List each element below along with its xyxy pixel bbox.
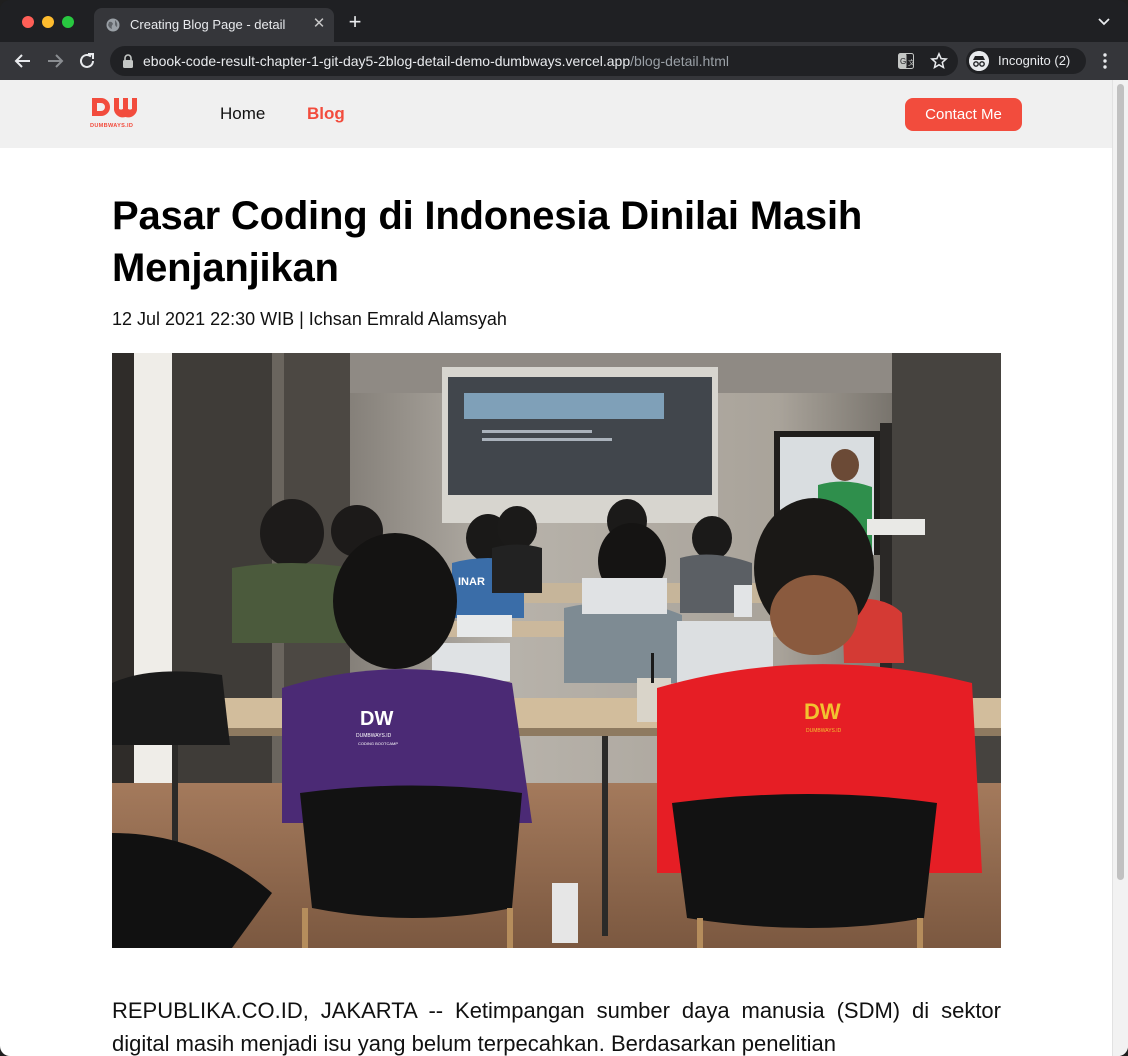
article-header: Pasar Coding di Indonesia Dinilai Masih …	[112, 190, 1001, 330]
page-viewport: DUMBWAYS.ID Home Blog Contact Me Pasar C…	[0, 80, 1128, 1056]
svg-text:G: G	[900, 57, 906, 66]
red-shirt-logo: DW	[804, 699, 841, 724]
chevron-down-icon[interactable]	[1096, 16, 1112, 28]
dumbways-logo[interactable]: DUMBWAYS.ID	[90, 96, 142, 130]
incognito-badge[interactable]: Incognito (2)	[966, 48, 1086, 74]
article-hero-image: INAR DW DUMBWAYS.ID CODING BOOTCAMP DW D…	[112, 353, 1001, 948]
forward-arrow-icon[interactable]	[44, 50, 66, 72]
nav-blog-link[interactable]: Blog	[307, 104, 345, 124]
url-host: ebook-code-result-chapter-1-git-day5-2bl…	[143, 53, 631, 69]
purple-shirt-brand: DUMBWAYS.ID	[356, 733, 392, 739]
incognito-label: Incognito (2)	[998, 53, 1071, 68]
minimize-window-button[interactable]	[42, 16, 54, 28]
purple-shirt-logo: DW	[360, 708, 393, 730]
site-navbar: DUMBWAYS.ID Home Blog Contact Me	[0, 80, 1112, 148]
reload-icon[interactable]	[76, 50, 98, 72]
bookmark-star-icon[interactable]	[930, 52, 948, 70]
active-tab[interactable]: Creating Blog Page - detail ✕	[94, 8, 334, 42]
purple-shirt-subtext: CODING BOOTCAMP	[358, 741, 398, 746]
back-arrow-icon[interactable]	[12, 50, 34, 72]
browser-toolbar: ebook-code-result-chapter-1-git-day5-2bl…	[0, 42, 1128, 80]
url-path: /blog-detail.html	[630, 53, 729, 69]
article-meta: 12 Jul 2021 22:30 WIB | Ichsan Emrald Al…	[112, 309, 507, 329]
url-text[interactable]: ebook-code-result-chapter-1-git-day5-2bl…	[143, 53, 729, 69]
close-tab-icon[interactable]: ✕	[310, 15, 328, 33]
more-menu-icon[interactable]	[1096, 52, 1114, 70]
jersey-text: INAR	[458, 576, 485, 588]
vertical-scrollbar[interactable]	[1112, 80, 1128, 1056]
translate-icon[interactable]: G 文	[898, 53, 914, 69]
scrollbar-thumb[interactable]	[1117, 84, 1124, 880]
svg-text:文: 文	[908, 58, 914, 67]
tab-strip: Creating Blog Page - detail ✕ +	[0, 0, 1128, 42]
classroom-photo: INAR DW DUMBWAYS.ID CODING BOOTCAMP DW D…	[112, 353, 1001, 948]
close-window-button[interactable]	[22, 16, 34, 28]
nav-home-link[interactable]: Home	[220, 104, 265, 124]
address-bar[interactable]: ebook-code-result-chapter-1-git-day5-2bl…	[110, 46, 958, 76]
globe-icon	[106, 18, 120, 32]
contact-me-button[interactable]: Contact Me	[905, 98, 1022, 131]
incognito-icon	[969, 51, 989, 71]
article-title: Pasar Coding di Indonesia Dinilai Masih …	[112, 194, 863, 290]
logo-text: DUMBWAYS.ID	[90, 123, 133, 129]
browser-window: Creating Blog Page - detail ✕ + ebook-co…	[0, 0, 1128, 1056]
red-shirt-brand: DUMBWAYS.ID	[806, 728, 842, 734]
tab-title: Creating Blog Page - detail	[130, 17, 286, 32]
maximize-window-button[interactable]	[62, 16, 74, 28]
lock-icon[interactable]	[122, 54, 134, 68]
new-tab-button[interactable]: +	[345, 11, 365, 33]
article-body: REPUBLIKA.CO.ID, JAKARTA -- Ketimpangan …	[112, 998, 1001, 1056]
